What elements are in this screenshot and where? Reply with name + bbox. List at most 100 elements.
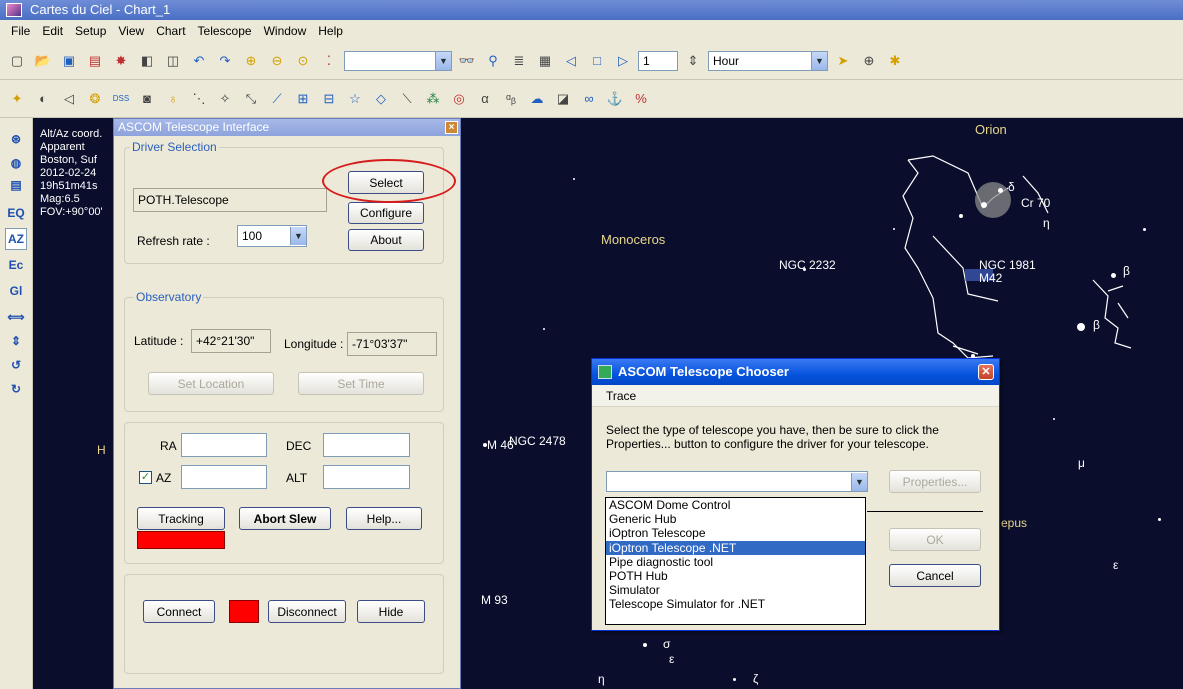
menu-setup[interactable]: Setup bbox=[70, 22, 111, 40]
disconnect-button[interactable]: Disconnect bbox=[268, 600, 346, 623]
option-ioptron-telescope[interactable]: iOptron Telescope bbox=[606, 526, 865, 540]
eq-button[interactable]: EQ bbox=[5, 202, 27, 224]
new-icon[interactable]: ▢ bbox=[6, 50, 28, 72]
option-ioptron-telescope-net[interactable]: iOptron Telescope .NET bbox=[606, 540, 865, 555]
menu-help[interactable]: Help bbox=[313, 22, 348, 40]
option-generic-hub[interactable]: Generic Hub bbox=[606, 512, 865, 526]
redo-icon[interactable]: ↷ bbox=[214, 50, 236, 72]
properties-button[interactable]: Properties... bbox=[889, 470, 981, 493]
set-location-button[interactable]: Set Location bbox=[148, 372, 274, 395]
binoculars-icon[interactable]: 👓 bbox=[456, 50, 478, 72]
settings-icon[interactable]: ✸ bbox=[110, 50, 132, 72]
globe-icon[interactable]: ◍ bbox=[5, 152, 27, 174]
flip-horizontal-icon[interactable]: ⟺ bbox=[5, 306, 27, 328]
ok-button[interactable]: OK bbox=[889, 528, 981, 551]
zoom-fit-icon[interactable]: ⊙ bbox=[292, 50, 314, 72]
stars-icon[interactable]: ✧ bbox=[214, 88, 236, 110]
dss-icon[interactable]: DSS bbox=[110, 88, 132, 110]
dec-field[interactable] bbox=[323, 433, 410, 457]
menu-edit[interactable]: Edit bbox=[37, 22, 68, 40]
window-icon[interactable]: ◧ bbox=[136, 50, 158, 72]
asteroid-icon[interactable]: ⋱ bbox=[188, 88, 210, 110]
option-pipe-diagnostic-tool[interactable]: Pipe diagnostic tool bbox=[606, 555, 865, 569]
menu-file[interactable]: File bbox=[6, 22, 35, 40]
tile-icon[interactable]: ◫ bbox=[162, 50, 184, 72]
undo-icon[interactable]: ↶ bbox=[188, 50, 210, 72]
anchor-icon[interactable]: ⚓ bbox=[604, 88, 626, 110]
color-icon[interactable]: ⁚ bbox=[318, 50, 340, 72]
ra-field[interactable] bbox=[181, 433, 267, 457]
hide-button[interactable]: Hide bbox=[357, 600, 425, 623]
print-icon[interactable]: ▤ bbox=[84, 50, 106, 72]
flip-vertical-icon[interactable]: ⇕ bbox=[5, 330, 27, 352]
comet-icon[interactable]: ◁ bbox=[58, 88, 80, 110]
alpha-icon[interactable]: α bbox=[474, 88, 496, 110]
menu-telescope[interactable]: Telescope bbox=[193, 22, 257, 40]
camera-icon[interactable]: ◙ bbox=[136, 88, 158, 110]
find-icon[interactable]: ⚲ bbox=[482, 50, 504, 72]
chooser-menu-trace[interactable]: Trace bbox=[592, 385, 999, 407]
option-telescope-simulator-net[interactable]: Telescope Simulator for .NET bbox=[606, 597, 865, 611]
zoom-out-icon[interactable]: ⊖ bbox=[266, 50, 288, 72]
cloud-icon[interactable]: ☁ bbox=[526, 88, 548, 110]
list-icon[interactable]: ≣ bbox=[508, 50, 530, 72]
configure-button[interactable]: Configure bbox=[348, 202, 424, 224]
boundary-icon[interactable]: ◇ bbox=[370, 88, 392, 110]
grid-eq-icon[interactable]: ⊟ bbox=[318, 88, 340, 110]
grid-icon[interactable]: ⊞ bbox=[292, 88, 314, 110]
step-forward-icon[interactable]: ▷ bbox=[612, 50, 634, 72]
cancel-button[interactable]: Cancel bbox=[889, 564, 981, 587]
abort-slew-button[interactable]: Abort Slew bbox=[239, 507, 331, 530]
set-time-button[interactable]: Set Time bbox=[298, 372, 424, 395]
pointer-icon[interactable]: ➤ bbox=[832, 50, 854, 72]
calendar-icon[interactable]: ▦ bbox=[534, 50, 556, 72]
line-icon[interactable]: ⟋ bbox=[266, 88, 288, 110]
star-icon[interactable]: ✦ bbox=[6, 88, 28, 110]
alt-field[interactable] bbox=[323, 465, 410, 489]
save-icon[interactable]: ▣ bbox=[58, 50, 80, 72]
label-icon[interactable]: ⁂ bbox=[422, 88, 444, 110]
time-unit-select[interactable]: Hour ▼ bbox=[708, 50, 828, 71]
az-field[interactable] bbox=[181, 465, 267, 489]
figure-icon[interactable]: ⟍ bbox=[396, 88, 418, 110]
link-icon[interactable]: ∞ bbox=[578, 88, 600, 110]
constellation-icon[interactable]: ☆ bbox=[344, 88, 366, 110]
refresh-rate-select[interactable]: 100 ▼ bbox=[237, 225, 307, 247]
option-ascom-dome-control[interactable]: ASCOM Dome Control bbox=[606, 498, 865, 512]
az-button[interactable]: AZ bbox=[5, 228, 27, 250]
telescope-select[interactable]: ▼ bbox=[606, 471, 868, 492]
telescope-icon[interactable]: ✱ bbox=[884, 50, 906, 72]
search-combo[interactable]: ▼ bbox=[344, 50, 452, 71]
planet-icon[interactable]: ◐ bbox=[32, 88, 54, 110]
target-icon[interactable]: ⊕ bbox=[858, 50, 880, 72]
about-button[interactable]: About bbox=[348, 229, 424, 251]
close-icon[interactable]: × bbox=[445, 121, 458, 134]
rotate-right-icon[interactable]: ↻ bbox=[5, 378, 27, 400]
tracking-button[interactable]: Tracking bbox=[137, 507, 225, 530]
menu-chart[interactable]: Chart bbox=[151, 22, 190, 40]
help-button[interactable]: Help... bbox=[346, 507, 422, 530]
rotate-icon[interactable]: ⊛ bbox=[5, 128, 27, 150]
doc-icon[interactable]: ▤ bbox=[5, 174, 27, 196]
spin-icon[interactable]: ⇕ bbox=[682, 50, 704, 72]
milkyway-icon[interactable]: ⤡ bbox=[240, 88, 262, 110]
nebula-icon[interactable]: ❂ bbox=[84, 88, 106, 110]
menu-window[interactable]: Window bbox=[259, 22, 312, 40]
percent-icon[interactable]: % bbox=[630, 88, 652, 110]
zoom-in-icon[interactable]: ⊕ bbox=[240, 50, 262, 72]
ec-button[interactable]: Ec bbox=[5, 254, 27, 276]
circle-icon[interactable]: ◎ bbox=[448, 88, 470, 110]
stop-icon[interactable]: □ bbox=[586, 50, 608, 72]
bulb-icon[interactable]: ♁ bbox=[162, 88, 184, 110]
menu-view[interactable]: View bbox=[113, 22, 149, 40]
contrast-icon[interactable]: ◪ bbox=[552, 88, 574, 110]
open-icon[interactable]: 📂 bbox=[32, 50, 54, 72]
alpha-beta-icon[interactable]: ᵅᵦ bbox=[500, 88, 522, 110]
option-simulator[interactable]: Simulator bbox=[606, 583, 865, 597]
option-poth-hub[interactable]: POTH Hub bbox=[606, 569, 865, 583]
az-checkbox[interactable]: ✓ bbox=[139, 471, 152, 484]
rotate-left-icon[interactable]: ↺ bbox=[5, 354, 27, 376]
gl-button[interactable]: Gl bbox=[5, 280, 27, 302]
step-back-icon[interactable]: ◁ bbox=[560, 50, 582, 72]
connect-button[interactable]: Connect bbox=[143, 600, 215, 623]
